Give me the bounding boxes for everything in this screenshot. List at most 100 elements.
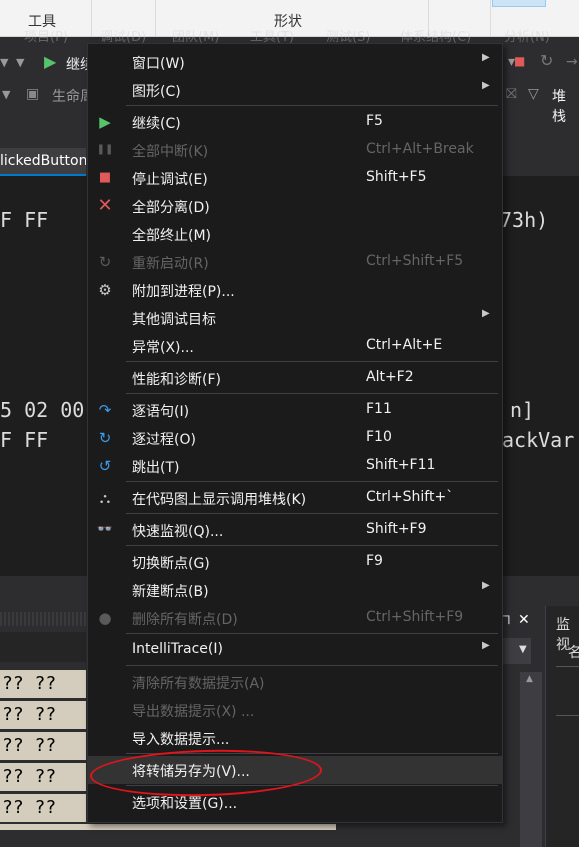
- memory-row: ?? ??: [0, 763, 86, 791]
- menu-item-step-into[interactable]: ↷ 逐语句(I) F11: [88, 396, 502, 424]
- menu-item-label: 删除所有断点(D): [132, 612, 238, 628]
- menu-item-terminate-all[interactable]: 全部终止(M): [88, 220, 502, 248]
- menu-item-shortcut: Shift+F9: [366, 521, 427, 537]
- code-line: F FF: [0, 208, 49, 232]
- step-over-icon: ↻: [98, 429, 112, 447]
- filter-icon[interactable]: ▽: [528, 86, 539, 102]
- menu-item-continue[interactable]: ▶ 继续(C) F5: [88, 108, 502, 136]
- menu-item-intellitrace[interactable]: IntelliTrace(I) ▶: [88, 636, 502, 664]
- menu-item-save-dump-as[interactable]: 将转储另存为(V)...: [88, 756, 502, 784]
- detach-icon: ✕: [97, 195, 113, 216]
- code-line: 5 02 00: [0, 398, 85, 422]
- code-line: n]: [510, 398, 535, 422]
- menu-item-label: 异常(X)...: [132, 340, 194, 356]
- menu-separator: [126, 785, 498, 786]
- submenu-arrow-icon: ▶: [482, 640, 490, 651]
- menu-item-graphics[interactable]: 图形(C) ▶: [88, 76, 502, 104]
- play-icon: ▶: [99, 113, 111, 131]
- menu-item-toggle-breakpoint[interactable]: 切换断点(G) F9: [88, 548, 502, 576]
- step-out-icon: ↺: [98, 457, 112, 475]
- stack-label[interactable]: 堆栈: [552, 86, 579, 126]
- stop-icon: ■: [98, 170, 112, 185]
- menu-item-import-datatips[interactable]: 导入数据提示...: [88, 724, 502, 752]
- menu-item-label: 窗口(W): [132, 56, 185, 72]
- menu-item-detach-all[interactable]: ✕ 全部分离(D): [88, 192, 502, 220]
- menu-item-label: 跳出(T): [132, 460, 180, 476]
- menu-item-label: 其他调试目标: [132, 312, 216, 328]
- menu-item-shortcut: Ctrl+Alt+Break: [366, 141, 474, 157]
- menu-item-label: 逐过程(O): [132, 432, 196, 448]
- menubar-item[interactable]: 调试(D): [100, 26, 146, 44]
- chevron-down-icon[interactable]: ▼: [16, 56, 24, 69]
- menu-item-label: 新建断点(B): [132, 584, 209, 600]
- menu-item-step-out[interactable]: ↺ 跳出(T) Shift+F11: [88, 452, 502, 480]
- menu-item-label: 重新启动(R): [132, 256, 209, 272]
- menu-item-shortcut: Ctrl+Shift+F5: [366, 253, 464, 269]
- chevron-down-icon[interactable]: ▼: [2, 88, 10, 101]
- menubar-item[interactable]: 分析(N): [504, 26, 550, 44]
- menu-item-show-call-stack-on-code-map[interactable]: ⛬ 在代码图上显示调用堆栈(K) Ctrl+Shift+`: [88, 484, 502, 512]
- menu-item-options-and-settings[interactable]: 选项和设置(G)...: [88, 788, 502, 816]
- menu-item-stop-debugging[interactable]: ■ 停止调试(E) Shift+F5: [88, 164, 502, 192]
- menu-item-shortcut: Ctrl+Shift+`: [366, 489, 454, 505]
- watch-name-header[interactable]: 名: [568, 642, 579, 662]
- stop-icon[interactable]: ■: [514, 54, 525, 68]
- menu-item-label: 导入数据提示...: [132, 732, 230, 748]
- menu-item-label: 选项和设置(G)...: [132, 796, 238, 812]
- vertical-scrollbar[interactable]: ▲: [520, 672, 542, 847]
- menu-item-shortcut: F9: [366, 553, 383, 569]
- menu-item-shortcut: Ctrl+Alt+E: [366, 337, 443, 353]
- delete-breakpoints-icon: ●: [98, 609, 112, 627]
- menu-item-shortcut: Ctrl+Shift+F9: [366, 609, 464, 625]
- menu-item-attach-to-process[interactable]: ⚙ 附加到进程(P)...: [88, 276, 502, 304]
- menu-item-break-all[interactable]: ❚❚ 全部中断(K) Ctrl+Alt+Break: [88, 136, 502, 164]
- menu-separator: [126, 753, 498, 754]
- menubar-item[interactable]: 工具(T): [250, 26, 294, 44]
- menu-item-export-datatips[interactable]: 导出数据提示(X) ...: [88, 696, 502, 724]
- menu-item-quick-watch[interactable]: 👓 快速监视(Q)... Shift+F9: [88, 516, 502, 544]
- code-line: 73h): [500, 208, 549, 232]
- menu-item-clear-datatips[interactable]: 清除所有数据提示(A): [88, 668, 502, 696]
- menu-item-shortcut: F10: [366, 429, 392, 445]
- menubar-item[interactable]: 团队(M): [172, 26, 219, 44]
- restart-icon[interactable]: ↻: [540, 51, 553, 70]
- menu-item-label: 全部终止(M): [132, 228, 212, 244]
- restart-icon: ↻: [98, 253, 112, 271]
- menu-item-restart[interactable]: ↻ 重新启动(R) Ctrl+Shift+F5: [88, 248, 502, 276]
- menubar-item[interactable]: 体系结构(C): [400, 26, 471, 44]
- lifecycle-icon: ▣: [26, 86, 40, 102]
- menu-item-label: 清除所有数据提示(A): [132, 676, 265, 692]
- panel-header-controls: ⊓ ✕: [500, 606, 540, 630]
- menu-separator: [126, 633, 498, 634]
- dropdown-box[interactable]: ▼: [501, 638, 531, 664]
- menubar-item[interactable]: 项目(P): [24, 26, 68, 44]
- menu-item-exceptions[interactable]: 异常(X)... Ctrl+Alt+E: [88, 332, 502, 360]
- pause-icon: ❚❚: [96, 144, 114, 155]
- menu-item-step-over[interactable]: ↻ 逐过程(O) F10: [88, 424, 502, 452]
- play-icon[interactable]: ▶: [44, 52, 56, 71]
- code-line: ackVar: [502, 428, 575, 452]
- memory-row: ?? ??: [0, 794, 86, 822]
- chevron-down-icon: ▼: [519, 644, 527, 655]
- menu-item-new-breakpoint[interactable]: 新建断点(B) ▶: [88, 576, 502, 604]
- step-icon[interactable]: →: [566, 54, 578, 70]
- chevron-down-icon[interactable]: ▼: [0, 56, 8, 69]
- submenu-arrow-icon: ▶: [482, 308, 490, 319]
- panel-grip[interactable]: [0, 612, 86, 626]
- menu-item-label: 继续(C): [132, 116, 181, 132]
- thread-icon[interactable]: ⛝: [506, 86, 517, 102]
- ribbon-highlight: [492, 0, 546, 7]
- submenu-arrow-icon: ▶: [482, 52, 490, 63]
- menu-item-other-debug-targets[interactable]: 其他调试目标 ▶: [88, 304, 502, 332]
- menu-item-delete-all-breakpoints[interactable]: ● 删除所有断点(D) Ctrl+Shift+F9: [88, 604, 502, 632]
- gears-icon: ⚙: [98, 281, 112, 299]
- memory-row: ?? ??: [0, 670, 86, 698]
- document-tab[interactable]: lickedButton: [0, 148, 86, 176]
- scroll-up-icon[interactable]: ▲: [526, 674, 533, 684]
- menu-item-performance[interactable]: 性能和诊断(F) Alt+F2: [88, 364, 502, 392]
- menu-item-label: 导出数据提示(X) ...: [132, 704, 255, 720]
- menu-item-window[interactable]: 窗口(W) ▶: [88, 48, 502, 76]
- menubar-item[interactable]: 测试(S): [326, 26, 370, 44]
- menu-item-label: 将转储另存为(V)...: [132, 764, 250, 780]
- close-icon[interactable]: ✕: [518, 612, 530, 628]
